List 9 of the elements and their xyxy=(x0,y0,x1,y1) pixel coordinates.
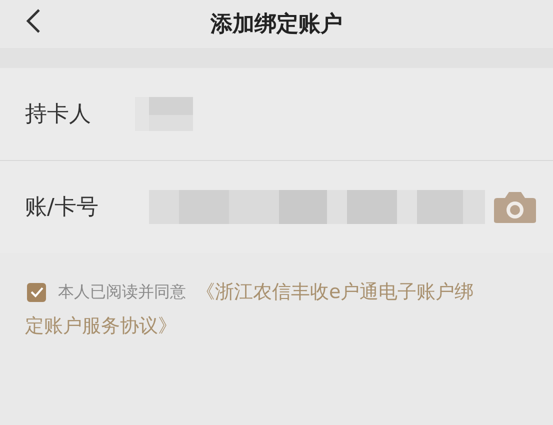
field-label: 持卡人 xyxy=(25,101,92,129)
agreement-text: 本人已阅读并同意 xyxy=(58,282,186,302)
camera-icon[interactable] xyxy=(493,190,537,224)
agreement-link[interactable]: 《浙江农信丰收e户通电子账户绑 xyxy=(196,279,474,305)
agreement-link[interactable]: 定账户服务协议》 xyxy=(25,313,543,339)
field-label: 账/卡号 xyxy=(25,194,100,222)
back-icon[interactable] xyxy=(25,8,41,34)
page-title: 添加绑定账户 xyxy=(210,10,342,39)
agreement-checkbox[interactable] xyxy=(27,282,46,302)
